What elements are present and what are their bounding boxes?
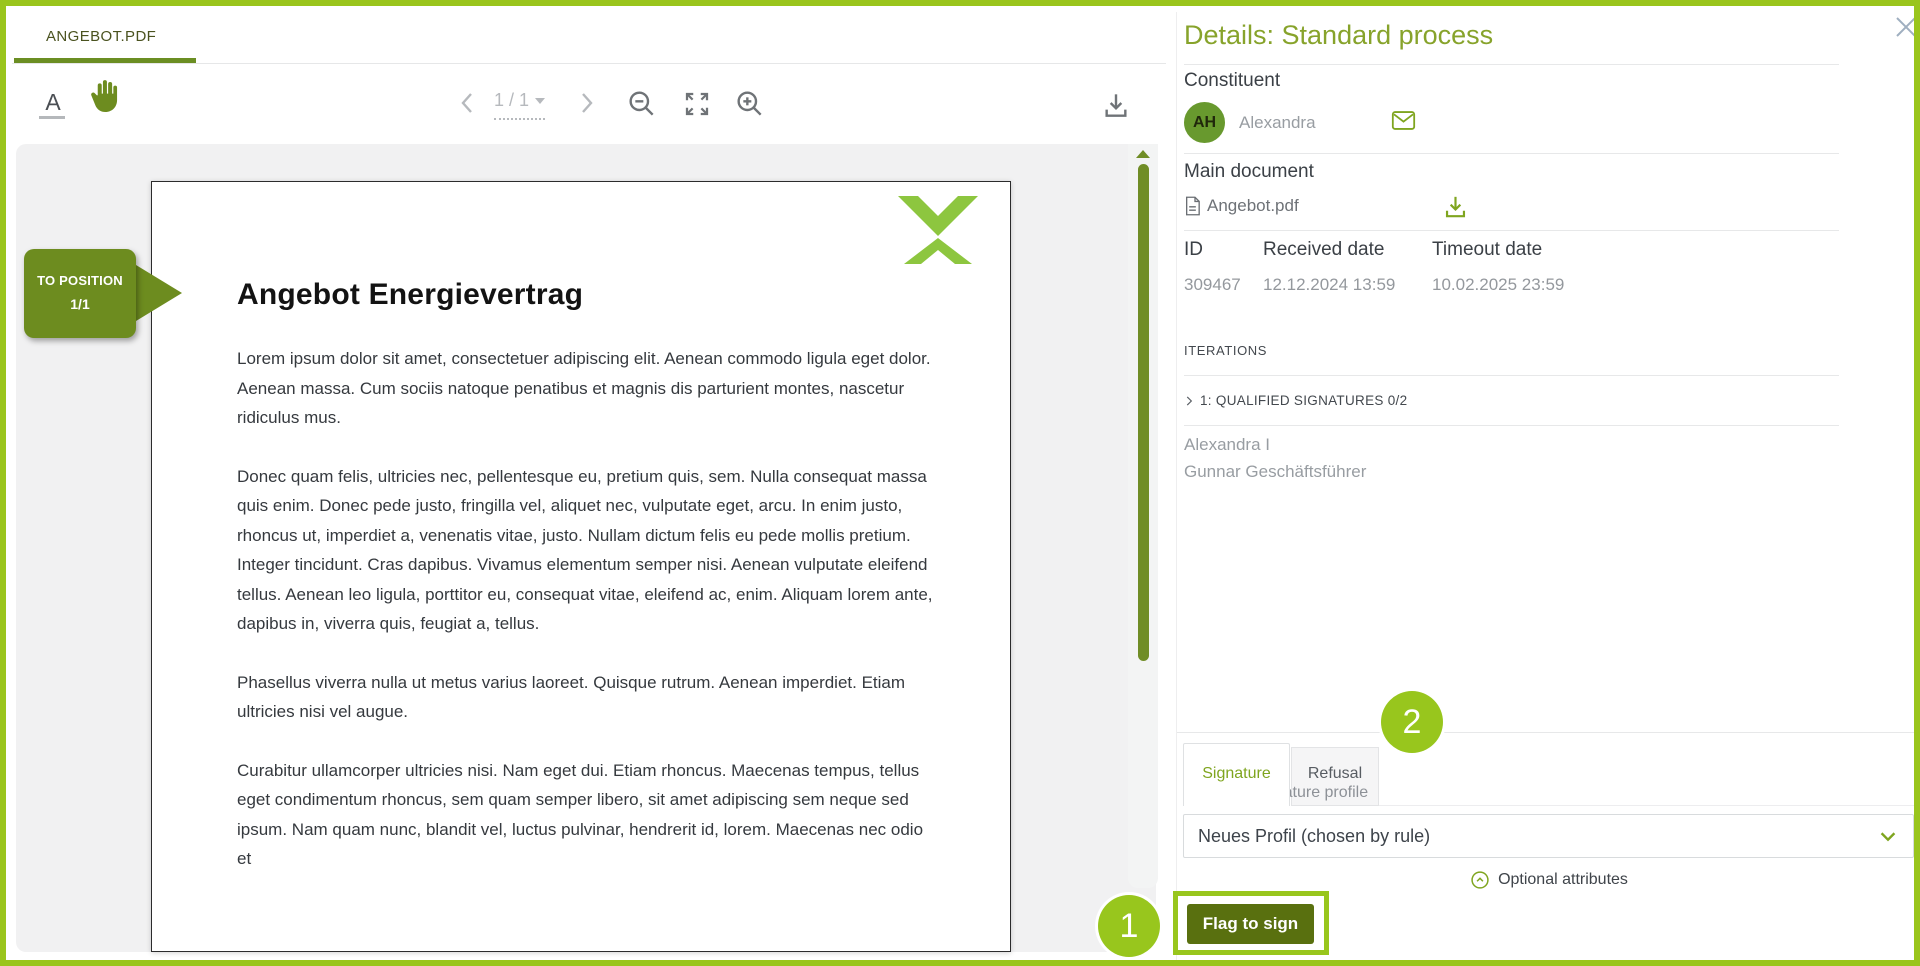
divider	[1184, 64, 1839, 65]
signer-name: Alexandra I	[1184, 435, 1270, 455]
caret-down-icon	[535, 98, 545, 104]
fit-to-screen-button[interactable]	[682, 89, 712, 122]
pdf-document-title: Angebot Energievertrag	[237, 278, 583, 312]
text-tool-icon: A	[45, 89, 60, 115]
page-indicator-value: 1 / 1	[494, 90, 529, 111]
id-value: 309467	[1184, 275, 1241, 295]
zoom-in-icon	[734, 88, 766, 120]
next-page-button[interactable]	[576, 90, 596, 119]
divider	[1184, 230, 1839, 231]
circled-chevron-up-icon	[1470, 870, 1490, 890]
signer-name: Gunnar Geschäftsführer	[1184, 462, 1366, 482]
divider	[1184, 425, 1839, 426]
optional-attributes-label: Optional attributes	[1498, 871, 1628, 889]
divider	[1184, 375, 1839, 376]
document-tab[interactable]: ANGEBOT.PDF	[46, 28, 156, 45]
tab-signature[interactable]: Signature	[1183, 743, 1290, 806]
to-position-arrow	[136, 265, 182, 321]
pdf-paragraph: Lorem ipsum dolor sit amet, consectetuer…	[237, 344, 937, 433]
tabbar-divider	[12, 63, 1166, 64]
company-logo	[898, 196, 978, 264]
to-position-label: TO POSITION	[24, 273, 136, 288]
pdf-document-body: Lorem ipsum dolor sit amet, consectetuer…	[237, 344, 937, 903]
to-position-count: 1/1	[24, 296, 136, 312]
signature-profile-value: Neues Profil (chosen by rule)	[1198, 826, 1877, 847]
close-button[interactable]	[1893, 14, 1919, 45]
flag-to-sign-button[interactable]: Flag to sign	[1187, 904, 1314, 944]
annotation-badge-1: 1	[1098, 895, 1160, 957]
timeout-date-value: 10.02.2025 23:59	[1432, 275, 1564, 295]
chevron-down-icon	[1877, 825, 1899, 847]
iteration-group-toggle[interactable]: 1: QUALIFIED SIGNATURES 0/2	[1182, 393, 1407, 408]
download-main-document-button[interactable]	[1441, 191, 1470, 225]
send-email-button[interactable]	[1390, 108, 1417, 136]
chevron-right-icon	[1182, 394, 1196, 408]
details-title: Details: Standard process	[1184, 20, 1493, 51]
iterations-heading: ITERATIONS	[1184, 343, 1267, 358]
received-date-value: 12.12.2024 13:59	[1263, 275, 1395, 295]
avatar: AH	[1184, 102, 1225, 143]
previous-page-button[interactable]	[458, 90, 478, 119]
page-indicator-dropdown[interactable]: 1 / 1	[494, 90, 545, 120]
main-document-link[interactable]: Angebot.pdf	[1184, 196, 1299, 216]
download-document-button[interactable]	[1100, 88, 1132, 125]
divider	[1184, 153, 1839, 154]
main-document-heading: Main document	[1184, 161, 1314, 183]
envelope-icon	[1390, 108, 1417, 133]
pdf-paragraph: Donec quam felis, ultricies nec, pellent…	[237, 462, 937, 639]
divider	[1177, 732, 1920, 733]
fullscreen-icon	[682, 89, 712, 119]
pdf-paragraph: Phasellus viverra nulla ut metus varius …	[237, 668, 937, 727]
tab-baseline	[1379, 805, 1917, 806]
id-label: ID	[1184, 239, 1203, 261]
pdf-file-icon	[1184, 196, 1201, 216]
viewer-scrollbar-thumb[interactable]	[1138, 164, 1149, 661]
text-tool-button[interactable]: A	[38, 82, 68, 122]
text-tool-underline	[39, 116, 65, 119]
chevron-left-icon	[458, 90, 478, 116]
download-icon	[1100, 88, 1132, 122]
received-date-label: Received date	[1263, 239, 1384, 261]
iteration-group-label: 1: QUALIFIED SIGNATURES 0/2	[1200, 393, 1407, 408]
zoom-out-button[interactable]	[626, 88, 658, 123]
pdf-page: Angebot Energievertrag Lorem ipsum dolor…	[151, 181, 1011, 952]
annotation-badge-2: 2	[1381, 691, 1443, 753]
scroll-up-arrow[interactable]	[1136, 150, 1150, 158]
signature-profile-select[interactable]: Neues Profil (chosen by rule)	[1183, 814, 1914, 858]
to-position-marker[interactable]: TO POSITION 1/1	[24, 249, 136, 338]
details-panel: Details: Standard process Constituent AH…	[1176, 12, 1920, 966]
main-document-filename: Angebot.pdf	[1207, 196, 1299, 216]
constituent-name: Alexandra	[1239, 113, 1316, 133]
screenshot-frame: ANGEBOT.PDF A 1 / 1 Angebot Energievert	[0, 0, 1920, 966]
optional-attributes-toggle[interactable]: Optional attributes	[1177, 870, 1920, 890]
pdf-paragraph: Curabitur ullamcorper ultricies nisi. Na…	[237, 756, 937, 874]
chevron-right-icon	[576, 90, 596, 116]
zoom-out-icon	[626, 88, 658, 120]
constituent-heading: Constituent	[1184, 70, 1280, 92]
download-icon	[1441, 191, 1470, 222]
pan-tool-button[interactable]	[88, 78, 120, 117]
close-icon	[1893, 14, 1919, 40]
timeout-date-label: Timeout date	[1432, 239, 1542, 261]
hand-icon	[88, 78, 120, 114]
zoom-in-button[interactable]	[734, 88, 766, 123]
